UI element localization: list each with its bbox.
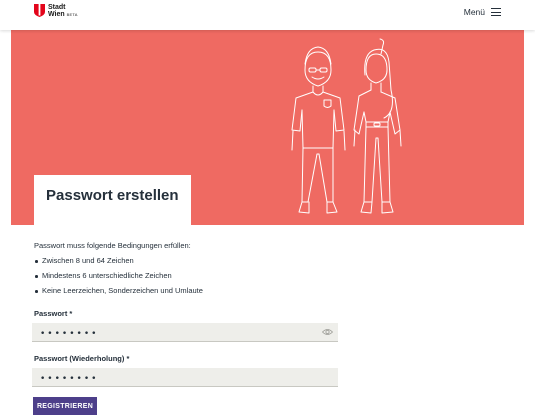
logo-word-wien: Wien: [48, 11, 65, 18]
password-requirements: Passwort muss folgende Bedingungen erfül…: [34, 241, 338, 301]
requirement-item: Zwischen 8 und 64 Zeichen: [34, 256, 338, 271]
requirement-item: Keine Leerzeichen, Sonderzeichen und Uml…: [34, 286, 338, 301]
show-password-eye-icon[interactable]: [322, 328, 333, 336]
password-repeat-field-wrapper: [32, 368, 338, 388]
menu-label: Menü: [463, 7, 485, 17]
beta-badge: BETA: [66, 12, 78, 17]
requirements-intro: Passwort muss folgende Bedingungen erfül…: [34, 241, 191, 250]
password-label: Passwort *: [34, 309, 73, 318]
password-field-wrapper: [32, 323, 338, 343]
woman-figure-icon: [353, 38, 402, 214]
register-button[interactable]: REGISTRIEREN: [33, 397, 97, 415]
top-bar: Stadt Wien BETA Menü: [0, 0, 535, 30]
vienna-shield-icon: [34, 4, 45, 17]
requirement-item: Mindestens 6 unterschiedliche Zeichen: [34, 271, 338, 286]
password-repeat-input[interactable]: [32, 370, 338, 388]
password-input[interactable]: [32, 325, 338, 343]
page-title: Passwort erstellen: [46, 187, 179, 204]
hamburger-icon: [491, 8, 501, 16]
requirements-list: Zwischen 8 und 64 Zeichen Mindestens 6 u…: [34, 256, 338, 301]
page-title-card: Passwort erstellen: [34, 175, 191, 225]
logo-word-stadt: Stadt: [48, 4, 66, 11]
menu-button[interactable]: Menü: [464, 7, 501, 17]
stadt-wien-logo[interactable]: Stadt Wien BETA: [34, 4, 78, 18]
man-figure-icon: [291, 46, 346, 214]
password-repeat-label: Passwort (Wiederholung) *: [34, 354, 130, 363]
